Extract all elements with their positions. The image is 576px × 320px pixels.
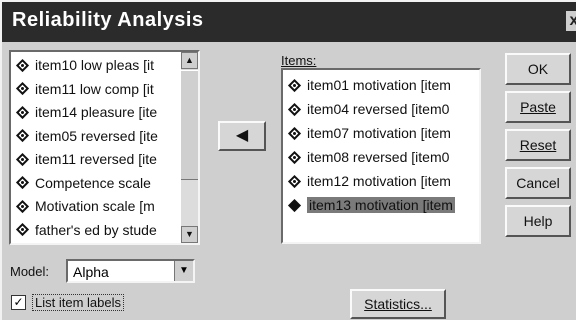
list-item[interactable]: item11 reversed [ite (15, 149, 157, 169)
list-item-label: item13 motivation [item (307, 197, 455, 213)
scale-variable-icon (15, 128, 30, 143)
reset-button-label: Reset (519, 137, 557, 153)
scroll-down-arrow-icon[interactable]: ▼ (181, 226, 198, 243)
model-select[interactable]: Alpha ▼ (66, 259, 195, 283)
list-item-labels-label[interactable]: List item labels (32, 294, 124, 311)
cancel-button-label: Cancel (516, 175, 560, 191)
list-item-label: item10 low pleas [it (35, 57, 155, 73)
list-item-label: Competence scale (35, 174, 151, 191)
scale-variable-icon (15, 58, 30, 72)
list-item[interactable]: item10 low pleas [it (15, 55, 154, 75)
list-item[interactable]: item14 pleasure [ite (15, 102, 157, 122)
list-item-label: item05 reversed [ite (35, 127, 158, 144)
list-item-label: item08 reversed [item0 (307, 149, 450, 165)
scale-variable-icon (287, 126, 302, 140)
paste-button[interactable]: Paste (505, 91, 571, 123)
scale-variable-icon (287, 174, 302, 188)
window-title: Reliability Analysis (12, 9, 204, 31)
list-item[interactable]: item04 reversed [item0 (287, 99, 449, 119)
list-item-label: father's ed by stude (35, 221, 157, 238)
items-label: Items: (281, 53, 317, 68)
list-item-label: item14 pleasure [ite (35, 104, 158, 120)
list-item-label: item04 reversed [item0 (307, 101, 450, 117)
help-button-label: Help (523, 213, 553, 229)
list-item-label: item01 motivation [item (307, 77, 451, 93)
scale-variable-icon (287, 150, 302, 164)
scale-variable-icon (287, 102, 302, 116)
statistics-button-label: Statistics... (364, 296, 432, 312)
ok-button[interactable]: OK (505, 53, 571, 85)
statistics-button[interactable]: Statistics... (350, 289, 446, 319)
list-item[interactable]: item12 motivation [item (287, 171, 451, 191)
title-bar[interactable]: Reliability Analysis x (2, 2, 576, 42)
source-list-scrollbar[interactable]: ▲ ▼ (181, 52, 198, 243)
scale-variable-icon (15, 105, 30, 119)
scale-variable-icon (15, 81, 30, 96)
list-item-label: item12 motivation [item (307, 173, 451, 189)
chevron-down-icon[interactable]: ▼ (174, 261, 193, 281)
scale-variable-icon (15, 222, 30, 237)
scale-variable-icon (287, 78, 302, 92)
ok-button-label: OK (527, 61, 549, 77)
list-item[interactable]: item07 motivation [item (287, 123, 451, 143)
scale-variable-icon (15, 175, 30, 190)
help-button[interactable]: Help (505, 205, 571, 237)
close-icon[interactable]: x (566, 11, 576, 31)
list-item[interactable]: father's ed by stude (15, 220, 157, 240)
list-item[interactable]: Motivation scale [m (15, 196, 155, 216)
list-item[interactable]: Competence scale (15, 173, 151, 193)
reliability-analysis-dialog: Reliability Analysis x ▲ ▼ item10 low pl… (0, 0, 576, 320)
scale-variable-icon (15, 199, 30, 213)
list-item-label: item07 motivation [item (307, 125, 451, 141)
items-list[interactable]: item01 motivation [item item04 reversed [… (281, 68, 481, 244)
scale-variable-icon (287, 198, 302, 212)
list-item-labels-checkbox[interactable]: ✓ (11, 295, 26, 310)
model-value: Alpha (73, 264, 109, 280)
list-item-label: Motivation scale [m (35, 198, 155, 214)
list-item[interactable]: item08 reversed [item0 (287, 147, 449, 167)
list-item[interactable]: item13 motivation [item (287, 195, 455, 215)
list-item[interactable]: item05 reversed [ite (15, 126, 158, 146)
move-item-button[interactable]: ◀ (218, 121, 266, 151)
list-item[interactable]: item11 low comp [it (15, 79, 154, 99)
scroll-up-arrow-icon[interactable]: ▲ (181, 52, 198, 69)
list-item-label: item11 low comp [it (35, 80, 154, 97)
list-item-label: item11 reversed [ite (35, 151, 157, 167)
paste-button-label: Paste (520, 99, 556, 115)
left-arrow-icon: ◀ (235, 127, 249, 144)
source-variable-list[interactable]: ▲ ▼ item10 low pleas [it item11 low comp … (9, 50, 200, 245)
list-item[interactable]: item01 motivation [item (287, 75, 451, 95)
cancel-button[interactable]: Cancel (505, 167, 571, 199)
model-label: Model: (10, 264, 50, 279)
scale-variable-icon (15, 152, 30, 166)
scroll-thumb[interactable] (181, 70, 198, 180)
reset-button[interactable]: Reset (505, 129, 571, 161)
